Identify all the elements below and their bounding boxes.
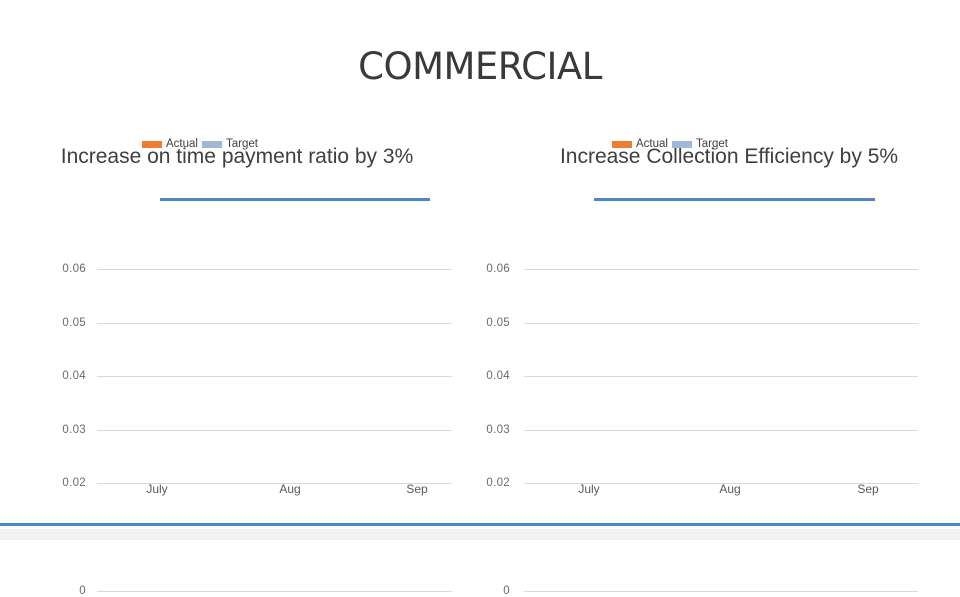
y-tick-label: 0.06 [62, 263, 86, 275]
y-tick-label: 0.06 [486, 263, 510, 275]
gridline [524, 591, 918, 592]
x-tick-label: Sep [406, 482, 428, 496]
x-tick-label: July [146, 482, 168, 496]
gridline [97, 591, 452, 592]
x-tick-label: Sep [857, 482, 879, 496]
x-tick-label: Aug [719, 482, 741, 496]
legend-swatch-icon [142, 140, 162, 148]
legend-left[interactable]: Actual Target [142, 138, 258, 150]
legend-label: Actual [636, 138, 668, 150]
x-axis-left: July Aug Sep [97, 466, 452, 510]
legend-swatch-icon [612, 140, 632, 148]
y-tick-label: 0.04 [486, 370, 510, 382]
legend-item-actual[interactable]: Actual [612, 138, 668, 150]
annotation-line [160, 198, 430, 201]
y-axis-left: 0.06 0.05 0.04 0.03 0.02 0.01 0 [50, 126, 86, 597]
y-tick-label: 0.02 [486, 477, 510, 489]
legend-item-target[interactable]: Target [201, 138, 258, 150]
annotation-line [594, 198, 875, 201]
chart-left[interactable]: 0.06 0.05 0.04 0.03 0.02 0.01 0 Increase… [22, 126, 474, 597]
y-tick-label: 0.03 [62, 424, 86, 436]
annotation-line-area-left [97, 126, 452, 466]
y-tick-label: 0 [79, 585, 86, 597]
x-tick-label: July [578, 482, 600, 496]
y-tick-label: 0 [503, 585, 510, 597]
legend-item-target[interactable]: Target [671, 138, 728, 150]
x-tick-label: Aug [279, 482, 301, 496]
legend-item-actual[interactable]: Actual [142, 138, 198, 150]
y-tick-label: 0.02 [62, 477, 86, 489]
chart-right[interactable]: 0.06 0.05 0.04 0.03 0.02 0.01 0 Increase… [474, 126, 940, 597]
slide: COMMERCIAL 0.06 0.05 0.04 0.03 0.02 0.01… [0, 0, 960, 597]
y-tick-label: 0.05 [486, 317, 510, 329]
x-axis-right: July Aug Sep [524, 466, 918, 510]
footer-accent-bar [0, 523, 960, 540]
footer-accent-bar-fill [0, 529, 960, 540]
legend-label: Target [695, 138, 728, 150]
legend-swatch-icon [201, 140, 222, 148]
page-title: COMMERCIAL [358, 45, 602, 88]
y-axis-right: 0.06 0.05 0.04 0.03 0.02 0.01 0 [474, 126, 510, 597]
y-tick-label: 0.05 [62, 317, 86, 329]
legend-right[interactable]: Actual Target [612, 138, 728, 150]
y-tick-label: 0.04 [62, 370, 86, 382]
legend-swatch-icon [671, 140, 692, 148]
legend-label: Target [225, 138, 258, 150]
legend-label: Actual [166, 138, 198, 150]
y-tick-label: 0.03 [486, 424, 510, 436]
annotation-line-area-right [524, 126, 918, 466]
